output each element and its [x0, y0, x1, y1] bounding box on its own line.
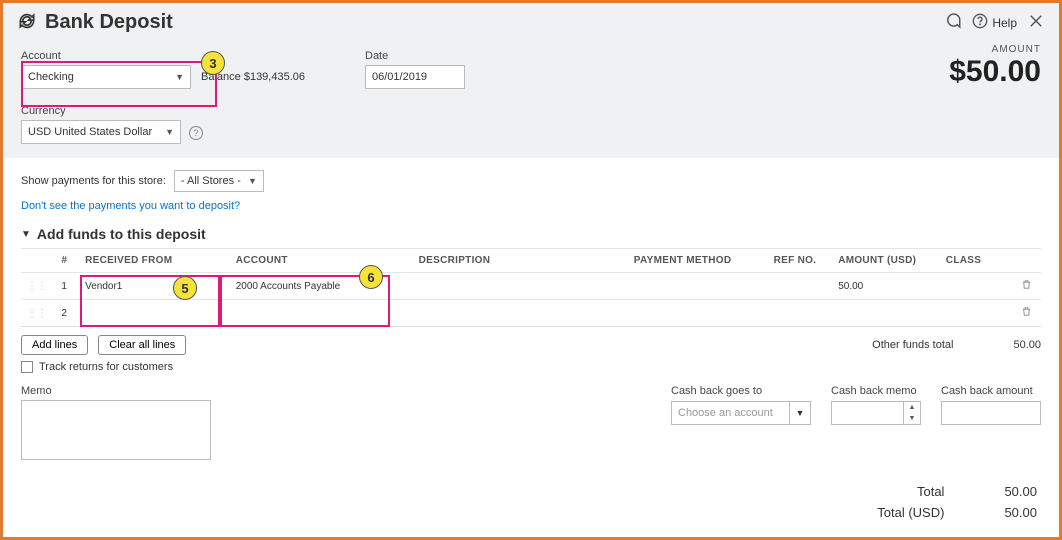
trash-icon[interactable]	[1015, 300, 1041, 327]
total-usd-value: 50.00	[1004, 505, 1037, 520]
close-icon[interactable]	[1027, 12, 1045, 33]
cashback-memo-input[interactable]: ▲▼	[831, 401, 921, 425]
description-cell[interactable]	[413, 273, 628, 300]
cashback-account-select[interactable]: Choose an account ▼	[671, 401, 811, 425]
ref-cell[interactable]	[768, 273, 833, 300]
chevron-down-icon: ▼	[248, 176, 257, 186]
track-returns-checkbox[interactable]	[21, 361, 33, 373]
chevron-down-icon: ▼	[789, 401, 811, 425]
clear-lines-button[interactable]: Clear all lines	[98, 335, 186, 355]
table-row[interactable]: ⋮⋮ 1 Vendor1 2000 Accounts Payable 50.00	[21, 273, 1041, 300]
table-header: # RECEIVED FROM ACCOUNT DESCRIPTION PAYM…	[21, 249, 1041, 273]
missing-payments-link[interactable]: Don't see the payments you want to depos…	[21, 200, 240, 212]
trash-icon[interactable]	[1015, 273, 1041, 300]
total-label: Total	[824, 484, 944, 499]
cashback-amount-input[interactable]	[941, 401, 1041, 425]
page-title: Bank Deposit	[45, 11, 173, 34]
collapse-icon[interactable]: ▼	[21, 229, 31, 240]
memo-label: Memo	[21, 385, 211, 397]
total-value: 50.00	[1004, 484, 1037, 499]
track-returns-label: Track returns for customers	[39, 361, 173, 373]
section-title: ▼ Add funds to this deposit	[21, 226, 1041, 242]
drag-handle-icon[interactable]: ⋮⋮	[21, 300, 55, 327]
amount-label: AMOUNT	[949, 44, 1041, 55]
total-usd-label: Total (USD)	[824, 505, 944, 520]
chevron-down-icon: ▼	[175, 72, 184, 82]
payment-cell[interactable]	[628, 273, 768, 300]
date-label: Date	[365, 50, 465, 62]
help-button[interactable]: Help	[972, 13, 1017, 32]
help-icon	[972, 13, 988, 32]
add-lines-button[interactable]: Add lines	[21, 335, 88, 355]
currency-label: Currency	[21, 105, 181, 117]
other-funds-label: Other funds total	[872, 339, 953, 351]
cashback-amount-label: Cash back amount	[941, 385, 1041, 397]
description-cell[interactable]	[413, 300, 628, 327]
other-funds-value: 50.00	[1013, 339, 1041, 351]
cashback-goes-label: Cash back goes to	[671, 385, 811, 397]
balance-value: $139,435.06	[244, 71, 305, 83]
cashback-memo-label: Cash back memo	[831, 385, 921, 397]
class-cell[interactable]	[940, 273, 1015, 300]
date-input[interactable]: 06/01/2019	[365, 65, 465, 89]
store-select[interactable]: - All Stores - ▼	[174, 170, 264, 192]
funds-table: # RECEIVED FROM ACCOUNT DESCRIPTION PAYM…	[21, 248, 1041, 327]
chat-icon[interactable]	[944, 12, 962, 33]
account-cell[interactable]: 2000 Accounts Payable	[230, 273, 413, 300]
account-value: Checking	[28, 71, 74, 83]
chevron-down-icon: ▼	[165, 127, 174, 137]
chevron-down-icon[interactable]: ▼	[904, 413, 920, 424]
currency-select[interactable]: USD United States Dollar ▼	[21, 120, 181, 144]
account-label: Account	[21, 50, 191, 62]
amount-cell[interactable]: 50.00	[832, 273, 940, 300]
balance-label: Balance	[201, 71, 241, 83]
account-cell[interactable]	[230, 300, 413, 327]
table-row[interactable]: ⋮⋮ 2	[21, 300, 1041, 327]
received-from-cell[interactable]: Vendor1	[79, 273, 230, 300]
payment-cell[interactable]	[628, 300, 768, 327]
drag-handle-icon[interactable]: ⋮⋮	[21, 273, 55, 300]
chevron-up-icon[interactable]: ▲	[904, 402, 920, 413]
recycle-icon	[17, 11, 37, 34]
help-label: Help	[992, 16, 1017, 30]
ref-cell[interactable]	[768, 300, 833, 327]
class-cell[interactable]	[940, 300, 1015, 327]
amount-cell[interactable]	[832, 300, 940, 327]
amount-value: $50.00	[949, 55, 1041, 89]
account-select[interactable]: Checking ▼	[21, 65, 191, 89]
received-from-cell[interactable]	[79, 300, 230, 327]
store-label: Show payments for this store:	[21, 175, 166, 187]
info-icon[interactable]: ?	[189, 126, 203, 140]
memo-textarea[interactable]	[21, 400, 211, 460]
